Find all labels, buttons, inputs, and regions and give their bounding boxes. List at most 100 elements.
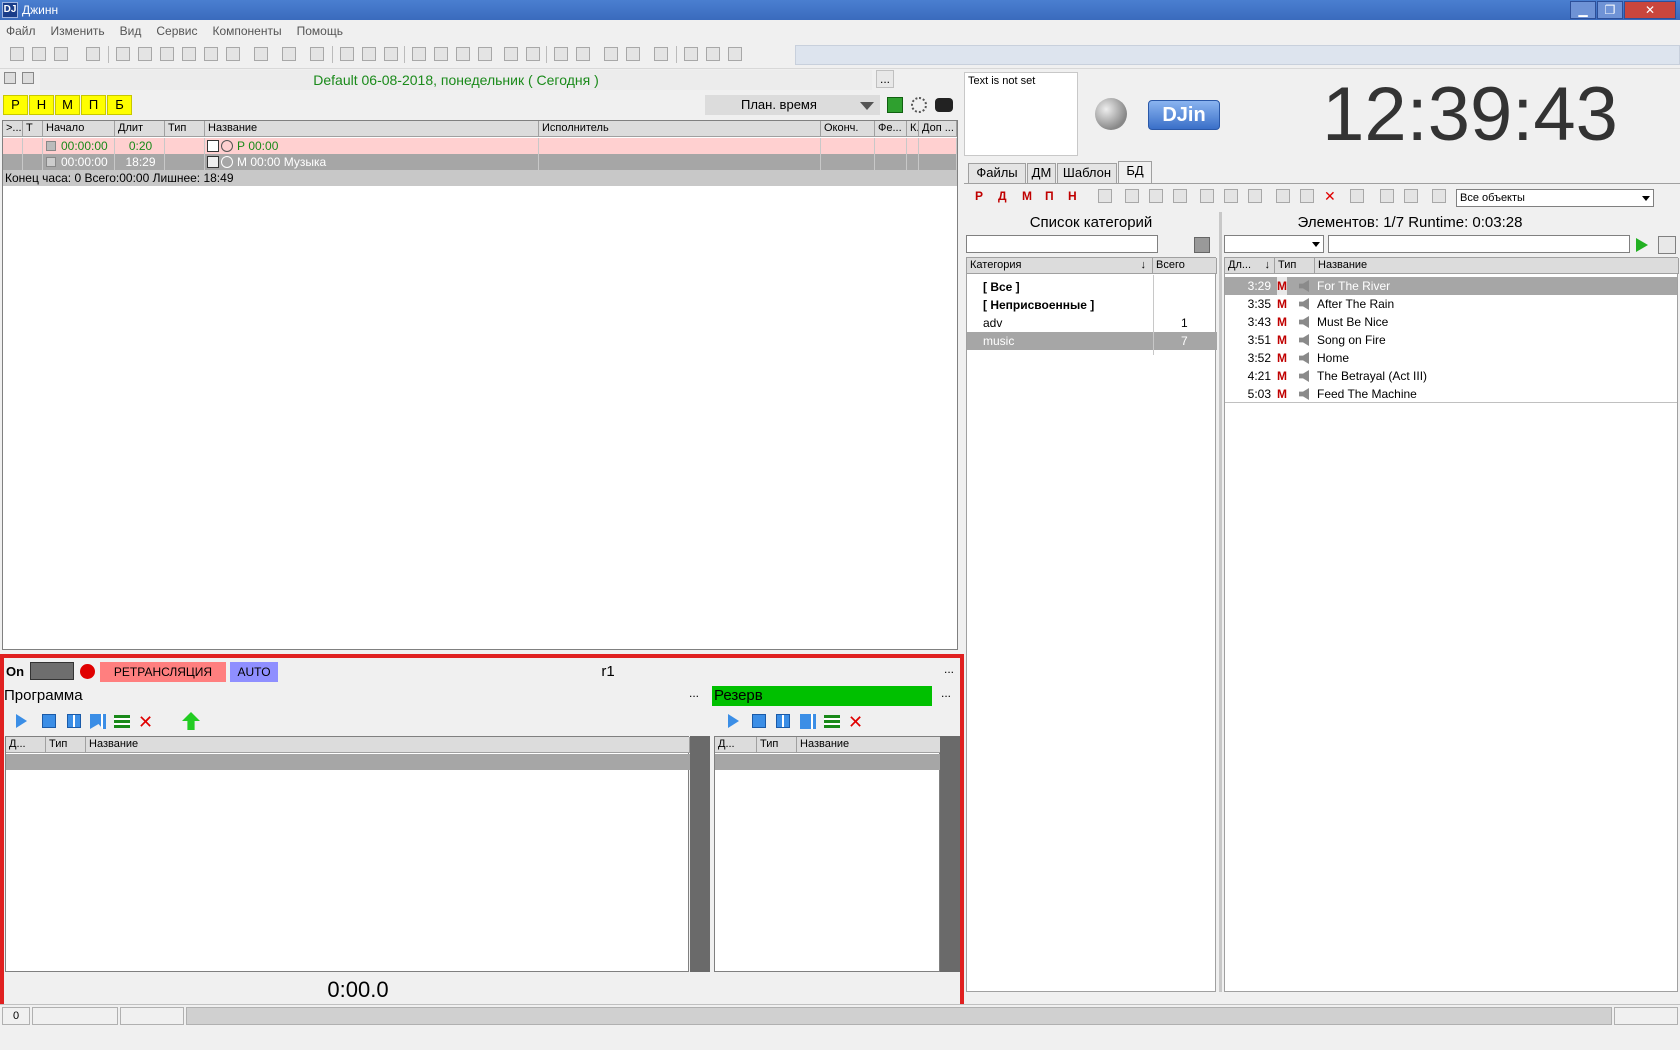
db-filter-m-icon[interactable]: М: [1022, 188, 1040, 204]
cut-icon[interactable]: [10, 47, 24, 61]
el-col-type[interactable]: Тип: [1275, 258, 1315, 274]
move-right-icon[interactable]: [576, 47, 590, 61]
element-search-input[interactable]: [1328, 235, 1630, 253]
menu-components[interactable]: Компоненты: [212, 24, 281, 38]
table-row[interactable]: [715, 754, 941, 770]
stop-icon[interactable]: [42, 714, 56, 728]
db-copy-icon[interactable]: [1276, 189, 1290, 203]
info-icon[interactable]: [204, 47, 218, 61]
reserve-pause-icon[interactable]: [776, 714, 790, 728]
next-day-icon[interactable]: [22, 72, 34, 84]
reserve-play-icon[interactable]: [728, 714, 739, 728]
letter-button-n[interactable]: Н: [29, 95, 54, 115]
binoculars-icon[interactable]: [935, 98, 953, 112]
col-extra[interactable]: Доп ...: [919, 121, 957, 137]
col-t[interactable]: Т: [23, 121, 43, 137]
list-item[interactable]: music 7: [967, 332, 1217, 350]
cat-col-total[interactable]: Всего: [1153, 258, 1217, 274]
align1-icon[interactable]: [604, 47, 618, 61]
col-artist[interactable]: Исполнитель: [539, 121, 821, 137]
mic-icon[interactable]: [182, 47, 196, 61]
tab-db[interactable]: БД: [1118, 161, 1152, 184]
reserve-delete-icon[interactable]: ✕: [848, 713, 863, 731]
el-col-name[interactable]: Название: [1315, 258, 1679, 274]
square1-icon[interactable]: [340, 47, 354, 61]
cluster-icon[interactable]: [911, 97, 927, 113]
table-row[interactable]: 00:00:00 0:20 Р 00:00: [3, 138, 957, 154]
col-end[interactable]: Оконч.: [821, 121, 875, 137]
reserve-more-button[interactable]: ...: [936, 686, 956, 706]
pause-icon[interactable]: [67, 714, 81, 728]
tab-template[interactable]: Шаблон: [1057, 163, 1117, 183]
db-options-icon[interactable]: [1432, 189, 1446, 203]
comment-icon[interactable]: [226, 47, 240, 61]
db-new-icon[interactable]: [1200, 189, 1214, 203]
db-paste-icon[interactable]: [1300, 189, 1314, 203]
category-clear-icon[interactable]: [1194, 237, 1210, 253]
bar-icon[interactable]: [706, 47, 720, 61]
db-folder-icon[interactable]: [1224, 189, 1238, 203]
reserve-queue-icon[interactable]: [824, 715, 840, 728]
object-filter-select[interactable]: Все объекты: [1456, 189, 1654, 207]
player-more-button[interactable]: ...: [940, 662, 958, 682]
row-checkbox[interactable]: [46, 157, 56, 167]
menu-help[interactable]: Помощь: [297, 24, 343, 38]
el-col-dur[interactable]: Дл... ↓: [1225, 258, 1275, 274]
playlist-more-button[interactable]: ...: [876, 70, 894, 88]
list-item[interactable]: [ Неприсвоенные ]: [967, 296, 1217, 314]
insert-icon[interactable]: [310, 47, 324, 61]
table-row[interactable]: [6, 754, 690, 770]
program-col-name[interactable]: Название: [86, 737, 690, 753]
next-icon[interactable]: [90, 714, 106, 729]
cat-col-category[interactable]: Категория ↓: [967, 258, 1153, 274]
list-item[interactable]: 3:29 М For The River: [1225, 277, 1677, 295]
reserve-col-name[interactable]: Название: [797, 737, 941, 753]
menu-service[interactable]: Сервис: [156, 24, 197, 38]
element-options-icon[interactable]: [1658, 236, 1676, 254]
fade1-icon[interactable]: [412, 47, 426, 61]
db-doc-icon[interactable]: [1248, 189, 1262, 203]
pause-icon[interactable]: [138, 47, 152, 61]
menu-view[interactable]: Вид: [120, 24, 142, 38]
db-font2-icon[interactable]: [1149, 189, 1163, 203]
letter-button-m[interactable]: М: [55, 95, 80, 115]
block-icon[interactable]: [254, 47, 268, 61]
db-search-icon[interactable]: [1380, 189, 1394, 203]
search-go-icon[interactable]: [1636, 238, 1648, 252]
square3-icon[interactable]: [384, 47, 398, 61]
expand-icon[interactable]: [207, 140, 219, 152]
col-fe[interactable]: Фе...: [875, 121, 907, 137]
db-filter-n-icon[interactable]: Н: [1068, 188, 1086, 204]
fade3-icon[interactable]: [456, 47, 470, 61]
program-col-dur[interactable]: Д...: [6, 737, 46, 753]
reserve-stop-icon[interactable]: [752, 714, 766, 728]
page-icon[interactable]: [504, 47, 518, 61]
menu-edit[interactable]: Изменить: [51, 24, 105, 38]
stop-icon[interactable]: [160, 47, 174, 61]
db-filter-r-icon[interactable]: Р: [975, 188, 993, 204]
align3-icon[interactable]: [654, 47, 668, 61]
list-item[interactable]: 5:03 М Feed The Machine: [1225, 385, 1677, 403]
queue-icon[interactable]: [114, 715, 130, 728]
restore-button[interactable]: ❐: [1597, 1, 1623, 19]
db-font3-icon[interactable]: [1173, 189, 1187, 203]
paste-icon[interactable]: [54, 47, 68, 61]
list-item[interactable]: 3:52 М Home: [1225, 349, 1677, 367]
prev-day-icon[interactable]: [4, 72, 16, 84]
delete-icon[interactable]: ✕: [138, 713, 153, 731]
up-arrow-icon[interactable]: [182, 712, 200, 730]
chart-icon[interactable]: [526, 47, 540, 61]
reserve-col-dur[interactable]: Д...: [715, 737, 757, 753]
reserve-col-type[interactable]: Тип: [757, 737, 797, 753]
move-left-icon[interactable]: [554, 47, 568, 61]
col-name[interactable]: Название: [205, 121, 539, 137]
db-filter-d-icon[interactable]: Д: [998, 188, 1016, 204]
reserve-scrollbar[interactable]: [940, 736, 960, 972]
col-arrow[interactable]: >...: [3, 121, 23, 137]
fade4-icon[interactable]: [478, 47, 492, 61]
square2-icon[interactable]: [362, 47, 376, 61]
auto-button[interactable]: AUTO: [230, 662, 278, 682]
list-item[interactable]: 4:21 М The Betrayal (Act III): [1225, 367, 1677, 385]
db-info-icon[interactable]: [1098, 189, 1112, 203]
db-refresh-icon[interactable]: [1404, 189, 1418, 203]
